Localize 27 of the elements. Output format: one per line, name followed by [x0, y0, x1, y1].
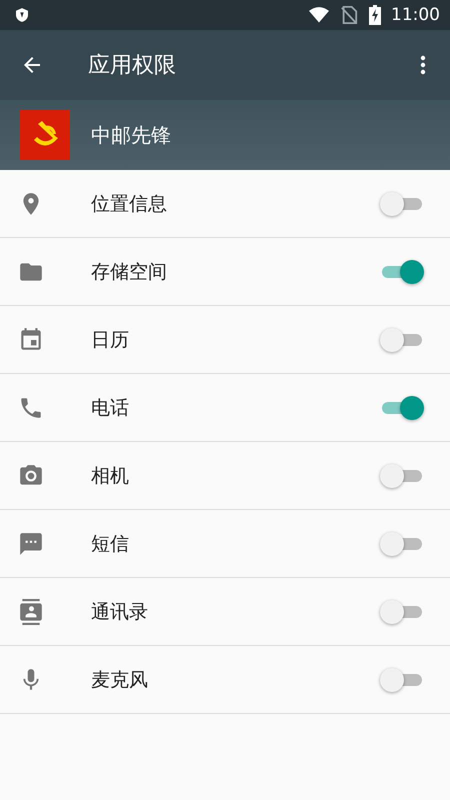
status-time: 11:00 [391, 5, 440, 25]
no-sim-icon [339, 6, 359, 24]
battery-charging-icon [369, 5, 381, 25]
shield-icon [16, 8, 28, 22]
permission-label: 存储空间 [91, 260, 168, 284]
wifi-icon [309, 6, 329, 24]
more-options-icon[interactable] [420, 53, 426, 77]
permission-label: 短信 [91, 532, 130, 556]
permission-label: 通讯录 [91, 600, 149, 624]
permission-label: 位置信息 [91, 192, 168, 216]
toolbar-title: 应用权限 [88, 52, 177, 80]
toggle-switch[interactable] [380, 326, 424, 352]
toggle-switch[interactable] [380, 598, 424, 624]
toggle-switch[interactable] [380, 462, 424, 488]
permission-label: 电话 [91, 396, 130, 420]
permission-label: 日历 [91, 328, 130, 352]
message-icon [18, 530, 44, 556]
app-name: 中邮先锋 [91, 122, 171, 148]
permission-label: 麦克风 [91, 668, 149, 692]
toggle-switch[interactable] [380, 666, 424, 692]
toggle-switch[interactable] [380, 530, 424, 556]
app-logo-icon [20, 110, 70, 160]
toggle-switch[interactable] [380, 258, 424, 284]
contact-card-icon [18, 598, 44, 624]
permission-label: 相机 [91, 464, 130, 488]
toggle-switch[interactable] [380, 190, 424, 216]
toggle-switch[interactable] [380, 394, 424, 420]
